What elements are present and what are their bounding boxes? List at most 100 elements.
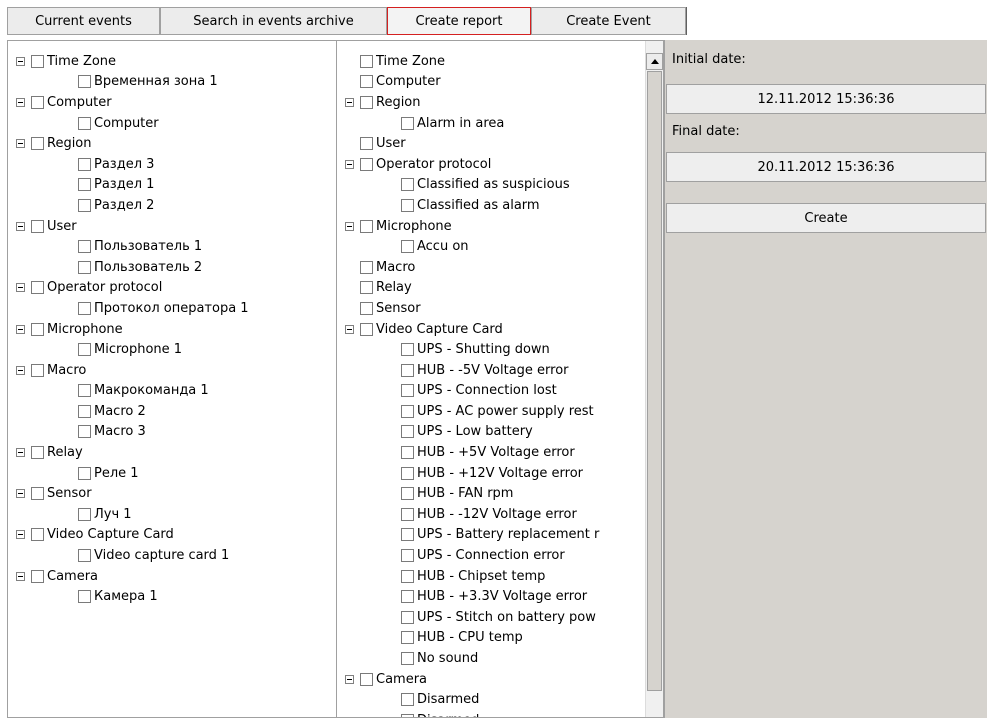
node-checkbox[interactable] — [401, 404, 414, 418]
tree-child-node[interactable]: UPS - Stitch on battery pow — [337, 607, 663, 628]
node-checkbox[interactable] — [401, 713, 414, 717]
tree-node[interactable]: Sensor — [8, 483, 336, 504]
node-checkbox[interactable] — [360, 281, 373, 295]
tree-child-node[interactable]: Microphone 1 — [8, 339, 336, 360]
collapse-toggle-icon[interactable] — [345, 674, 354, 684]
node-checkbox[interactable] — [78, 116, 91, 130]
node-checkbox[interactable] — [401, 446, 414, 460]
tab-search-archive[interactable]: Search in events archive — [160, 7, 387, 35]
node-checkbox[interactable] — [31, 363, 44, 377]
node-checkbox[interactable] — [401, 240, 414, 254]
tree-child-node[interactable]: HUB - +3.3V Voltage error — [337, 586, 663, 607]
node-checkbox[interactable] — [401, 487, 414, 501]
node-checkbox[interactable] — [78, 404, 91, 418]
node-checkbox[interactable] — [78, 466, 91, 480]
node-checkbox[interactable] — [78, 178, 91, 192]
tree-child-node[interactable]: Реле 1 — [8, 463, 336, 484]
collapse-toggle-icon[interactable] — [345, 159, 354, 169]
tree-child-node[interactable]: HUB - +12V Voltage error — [337, 463, 663, 484]
node-checkbox[interactable] — [401, 693, 414, 707]
node-checkbox[interactable] — [360, 157, 373, 171]
node-checkbox[interactable] — [360, 322, 373, 336]
create-report-button[interactable]: Create — [666, 203, 986, 233]
node-checkbox[interactable] — [401, 610, 414, 624]
tree-child-node[interactable]: Раздел 1 — [8, 175, 336, 196]
node-checkbox[interactable] — [360, 219, 373, 233]
tree-child-node[interactable]: Macro 2 — [8, 401, 336, 422]
node-checkbox[interactable] — [78, 157, 91, 171]
tree-child-node[interactable]: HUB - FAN rpm — [337, 483, 663, 504]
tree-child-node[interactable]: Временная зона 1 — [8, 72, 336, 93]
tree-child-node[interactable]: Alarm in area — [337, 113, 663, 134]
node-checkbox[interactable] — [401, 528, 414, 542]
initial-date-field[interactable]: 12.11.2012 15:36:36 — [666, 84, 986, 114]
node-checkbox[interactable] — [360, 95, 373, 109]
node-checkbox[interactable] — [31, 281, 44, 295]
tree-node[interactable]: Region — [8, 133, 336, 154]
tree-child-node[interactable]: No sound — [337, 648, 663, 669]
node-checkbox[interactable] — [78, 549, 91, 563]
scroll-up-arrow-icon[interactable] — [646, 53, 663, 70]
node-checkbox[interactable] — [360, 75, 373, 89]
tree-child-node[interactable]: Пользователь 2 — [8, 257, 336, 278]
tree-child-node[interactable]: HUB - -5V Voltage error — [337, 360, 663, 381]
tree-node[interactable]: Computer — [337, 72, 663, 93]
tree-node[interactable]: Camera — [8, 566, 336, 587]
collapse-toggle-icon[interactable] — [16, 365, 25, 375]
node-checkbox[interactable] — [360, 137, 373, 151]
node-checkbox[interactable] — [78, 343, 91, 357]
vertical-scrollbar[interactable] — [645, 41, 663, 717]
tree-child-node[interactable]: Computer — [8, 113, 336, 134]
node-checkbox[interactable] — [401, 590, 414, 604]
tree-child-node[interactable]: UPS - AC power supply rest — [337, 401, 663, 422]
tree-child-node[interactable]: Macro 3 — [8, 422, 336, 443]
node-checkbox[interactable] — [31, 446, 44, 460]
tree-node[interactable]: Sensor — [337, 298, 663, 319]
tree-node[interactable]: Video Capture Card — [337, 319, 663, 340]
node-checkbox[interactable] — [401, 549, 414, 563]
collapse-toggle-icon[interactable] — [345, 221, 354, 231]
tree-node[interactable]: Operator protocol — [8, 278, 336, 299]
node-checkbox[interactable] — [401, 198, 414, 212]
collapse-toggle-icon[interactable] — [16, 139, 25, 149]
node-checkbox[interactable] — [401, 652, 414, 666]
final-date-field[interactable]: 20.11.2012 15:36:36 — [666, 152, 986, 182]
node-checkbox[interactable] — [78, 590, 91, 604]
node-checkbox[interactable] — [78, 301, 91, 315]
scroll-thumb[interactable] — [647, 71, 662, 691]
tab-create-report[interactable]: Create report — [387, 7, 531, 35]
node-checkbox[interactable] — [78, 75, 91, 89]
node-checkbox[interactable] — [401, 178, 414, 192]
node-checkbox[interactable] — [360, 672, 373, 686]
tree-node[interactable]: Macro — [8, 360, 336, 381]
tree-child-node[interactable]: Disarmed — [337, 689, 663, 710]
tree-child-node[interactable]: Раздел 2 — [8, 195, 336, 216]
node-checkbox[interactable] — [401, 466, 414, 480]
node-checkbox[interactable] — [78, 198, 91, 212]
node-checkbox[interactable] — [78, 425, 91, 439]
collapse-toggle-icon[interactable] — [16, 97, 25, 107]
tree-child-node[interactable]: Протокол оператора 1 — [8, 298, 336, 319]
tree-node[interactable]: Operator protocol — [337, 154, 663, 175]
tree-node[interactable]: Computer — [8, 92, 336, 113]
tab-current-events[interactable]: Current events — [7, 7, 160, 35]
node-checkbox[interactable] — [31, 322, 44, 336]
tree-child-node[interactable]: Accu on — [337, 236, 663, 257]
tree-child-node[interactable]: UPS - Connection error — [337, 545, 663, 566]
tree-child-node[interactable]: HUB - +5V Voltage error — [337, 442, 663, 463]
tree-child-node[interactable]: HUB - Chipset temp — [337, 566, 663, 587]
node-checkbox[interactable] — [78, 384, 91, 398]
tree-child-node[interactable]: Disarmed — [337, 710, 663, 717]
tree-child-node[interactable]: UPS - Shutting down — [337, 339, 663, 360]
node-checkbox[interactable] — [78, 507, 91, 521]
tab-create-event[interactable]: Create Event — [531, 7, 686, 35]
collapse-toggle-icon[interactable] — [16, 283, 25, 293]
tree-child-node[interactable]: Video capture card 1 — [8, 545, 336, 566]
tree-node[interactable]: User — [337, 133, 663, 154]
node-checkbox[interactable] — [401, 343, 414, 357]
node-checkbox[interactable] — [31, 487, 44, 501]
tree-node[interactable]: Relay — [337, 278, 663, 299]
node-checkbox[interactable] — [31, 54, 44, 68]
node-checkbox[interactable] — [78, 240, 91, 254]
tree-child-node[interactable]: UPS - Connection lost — [337, 381, 663, 402]
